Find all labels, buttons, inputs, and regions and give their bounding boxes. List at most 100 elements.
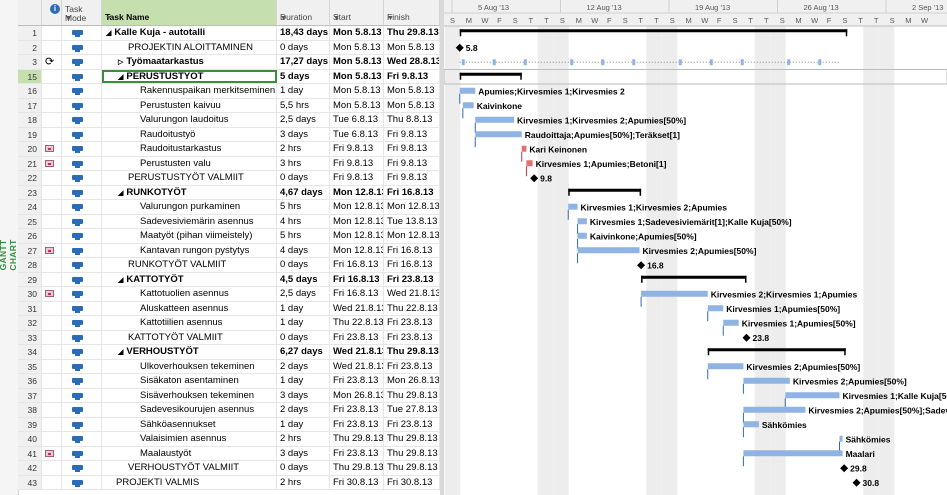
row-number[interactable]: 39 (18, 417, 42, 431)
indicators-header[interactable]: i (42, 0, 62, 26)
task-row[interactable]: 26 Maatyöt (pihan viimeistely) 5 hrs Mon 12… (18, 229, 440, 244)
task-mode-cell[interactable] (62, 156, 102, 170)
task-mode-cell[interactable] (62, 258, 102, 272)
recurring-occurrence-bar[interactable] (601, 59, 605, 66)
finish-cell[interactable]: Mon 26.8.13 (384, 374, 440, 388)
task-row[interactable]: 27 Kantavan rungon pystytys 4 days Mon 12.8… (18, 243, 440, 258)
task-mode-cell[interactable] (62, 301, 102, 315)
start-cell[interactable]: Fri 23.8.13 (330, 417, 384, 431)
task-bar[interactable] (707, 305, 724, 312)
task-row[interactable]: 17 Perustusten kaivuu 5,5 hrs Mon 5.8.13 Mon… (18, 98, 440, 113)
duration-cell[interactable]: 2,5 days (277, 287, 330, 301)
duration-cell[interactable]: 3 days (277, 127, 330, 141)
recurring-occurrence-bar[interactable] (632, 59, 636, 66)
start-cell[interactable]: Tue 6.8.13 (330, 113, 384, 127)
task-bar[interactable] (475, 116, 514, 123)
filter-arrow-icon[interactable]: ▼ (105, 15, 273, 22)
task-mode-cell[interactable] (62, 55, 102, 69)
start-cell[interactable]: Fri 16.8.13 (330, 258, 384, 272)
row-number[interactable]: 1 (18, 26, 42, 40)
recurring-occurrence-bar[interactable] (787, 59, 791, 66)
task-row[interactable]: 21 Perustusten valu 3 hrs Fri 9.8.13 Fri 9.8… (18, 156, 440, 171)
task-mode-cell[interactable] (62, 113, 102, 127)
row-number[interactable]: 32 (18, 316, 42, 330)
milestone-diamond[interactable] (637, 261, 646, 270)
finish-cell[interactable]: Thu 8.8.13 (384, 113, 440, 127)
start-cell[interactable]: Fri 9.8.13 (330, 142, 384, 156)
duration-cell[interactable]: 5,5 hrs (277, 98, 330, 112)
finish-cell[interactable]: Mon 5.8.13 (384, 84, 440, 98)
row-number[interactable]: 35 (18, 359, 42, 373)
task-name-cell[interactable]: ◢ KATTOTYÖT (102, 272, 277, 286)
task-mode-cell[interactable] (62, 229, 102, 243)
start-cell[interactable]: Mon 5.8.13 (330, 98, 384, 112)
start-cell[interactable]: Mon 26.8.13 (330, 388, 384, 402)
task-name-cell[interactable]: KATTOTYÖT VALMIIT (102, 330, 277, 344)
task-row[interactable]: 34 ◢ VERHOUSTYÖT 6,27 days Wed 21.8.13 Thu 29… (18, 345, 440, 360)
collapse-triangle-icon[interactable]: ◢ (118, 277, 123, 284)
row-number[interactable]: 15 (18, 69, 42, 83)
duration-cell[interactable]: 2 hrs (277, 142, 330, 156)
collapse-triangle-icon[interactable]: ◢ (118, 74, 123, 81)
task-row[interactable]: 37 Sisäverhouksen tekeminen 3 days Mon 26.8… (18, 388, 440, 403)
task-mode-cell[interactable] (62, 359, 102, 373)
start-cell[interactable]: Mon 5.8.13 (330, 84, 384, 98)
start-cell[interactable]: Fri 23.8.13 (330, 374, 384, 388)
filter-arrow-icon[interactable]: ▼ (387, 15, 436, 22)
row-number[interactable]: 16 (18, 84, 42, 98)
collapse-triangle-icon[interactable]: ◢ (118, 190, 123, 197)
summary-bar[interactable] (459, 72, 522, 76)
recurring-occurrence-bar[interactable] (523, 59, 527, 66)
duration-cell[interactable]: 0 days (277, 330, 330, 344)
task-name-cell[interactable]: Aluskatteen asennus (102, 301, 277, 315)
row-number[interactable]: 18 (18, 113, 42, 127)
finish-cell[interactable]: Tue 13.8.13 (384, 214, 440, 228)
task-row[interactable]: 43 PROJEKTI VALMIS 2 hrs Fri 30.8.13 Fri 30.… (18, 475, 440, 490)
start-cell[interactable]: Mon 12.8.13 (330, 243, 384, 257)
task-bar[interactable] (475, 131, 522, 138)
start-cell[interactable]: Fri 23.8.13 (330, 403, 384, 417)
task-mode-header[interactable]: Task Mode ▼ (62, 0, 102, 26)
recurring-occurrence-bar[interactable] (570, 59, 574, 66)
task-row[interactable]: 3 ⟳ ▷ Työmaatarkastus 17,27 days Mon 5.8.13 We… (18, 55, 440, 70)
task-mode-cell[interactable] (62, 446, 102, 460)
task-mode-cell[interactable] (62, 388, 102, 402)
task-name-cell[interactable]: Valurungon laudoitus (102, 113, 277, 127)
task-mode-cell[interactable] (62, 461, 102, 475)
milestone-diamond[interactable] (840, 464, 849, 473)
start-cell[interactable]: Fri 23.8.13 (330, 330, 384, 344)
duration-cell[interactable]: 0 days (277, 258, 330, 272)
finish-cell[interactable]: Wed 21.8.13 (384, 287, 440, 301)
row-number[interactable]: 28 (18, 258, 42, 272)
task-mode-cell[interactable] (62, 345, 102, 359)
finish-cell[interactable]: Wed 28.8.13 (384, 55, 440, 69)
task-name-cell[interactable]: Perustusten kaivuu (102, 98, 277, 112)
task-name-cell[interactable]: ◢ RUNKOTYÖT (102, 185, 277, 199)
summary-bar[interactable] (568, 188, 642, 192)
task-name-cell[interactable]: Rakennuspaikan merkitseminen (102, 84, 277, 98)
row-number[interactable]: 25 (18, 214, 42, 228)
task-name-cell[interactable]: Sadevesikourujen asennus (102, 403, 277, 417)
task-name-cell[interactable]: PERUSTUSTYÖT VALMIIT (102, 171, 277, 185)
row-number[interactable]: 42 (18, 461, 42, 475)
start-cell[interactable]: Mon 12.8.13 (330, 214, 384, 228)
task-name-cell[interactable]: Raudoitustarkastus (102, 142, 277, 156)
task-name-cell[interactable]: ◢ Kalle Kuja - autotalli (102, 26, 277, 40)
task-row[interactable]: 23 ◢ RUNKOTYÖT 4,67 days Mon 12.8.13 Fri 16.8… (18, 185, 440, 200)
task-mode-cell[interactable] (62, 40, 102, 54)
task-name-cell[interactable]: Kantavan rungon pystytys (102, 243, 277, 257)
start-cell[interactable]: Mon 5.8.13 (330, 69, 384, 83)
duration-cell[interactable]: 2 hrs (277, 475, 330, 489)
row-number[interactable]: 27 (18, 243, 42, 257)
task-row[interactable]: 35 Ulkoverhouksen tekeminen 2 days Wed 21.8… (18, 359, 440, 374)
start-cell[interactable]: Thu 29.8.13 (330, 432, 384, 446)
task-mode-cell[interactable] (62, 171, 102, 185)
task-row[interactable]: 16 Rakennuspaikan merkitseminen 1 day Mon 5… (18, 84, 440, 99)
task-name-cell[interactable]: Sadevesiviemärin asennus (102, 214, 277, 228)
finish-cell[interactable]: Thu 29.8.13 (384, 461, 440, 475)
task-mode-cell[interactable] (62, 185, 102, 199)
task-row[interactable]: 36 Sisäkaton asentaminen 1 day Fri 23.8.13 M… (18, 374, 440, 389)
task-name-cell[interactable]: RUNKOTYÖT VALMIIT (102, 258, 277, 272)
start-cell[interactable]: Wed 21.8.13 (330, 345, 384, 359)
finish-cell[interactable]: Fri 9.8.13 (384, 171, 440, 185)
